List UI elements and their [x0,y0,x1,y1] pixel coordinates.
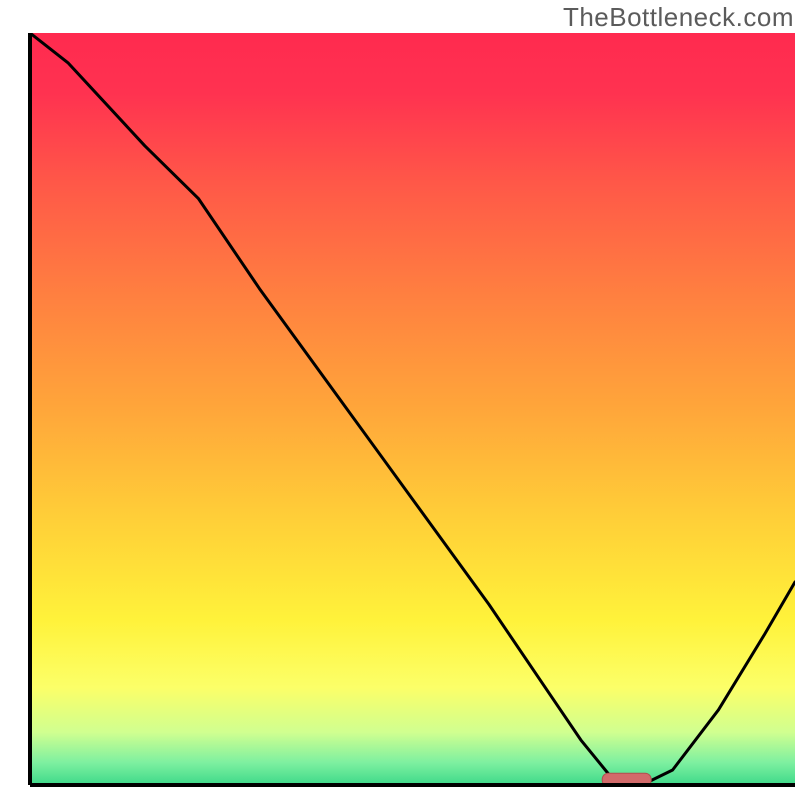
watermark-text: TheBottleneck.com [563,2,794,33]
chart-stage: TheBottleneck.com [0,0,800,800]
bottleneck-chart [0,0,800,800]
